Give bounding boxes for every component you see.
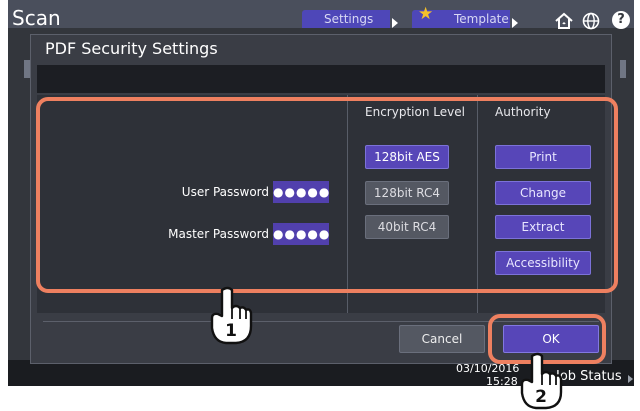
globe-icon[interactable] xyxy=(582,12,600,30)
settings-button[interactable]: Settings xyxy=(302,10,390,28)
master-password-field[interactable]: ●●●●● xyxy=(273,223,329,245)
authority-accessibility-button[interactable]: Accessibility xyxy=(495,251,591,275)
authority-change-button[interactable]: Change xyxy=(495,181,591,205)
callout-number-2: 2 xyxy=(535,387,547,407)
callout-number-1: 1 xyxy=(225,321,237,341)
star-icon: ★ xyxy=(418,4,434,24)
settings-arrow-icon xyxy=(392,18,398,28)
encryption-40bit-rc4-button[interactable]: 40bit RC4 xyxy=(365,215,449,239)
encryption-level-header: Encryption Level xyxy=(365,105,465,119)
encryption-128bit-aes-button[interactable]: 128bit AES xyxy=(365,145,449,169)
user-password-label: User Password xyxy=(181,185,269,199)
ok-button[interactable]: OK xyxy=(503,325,599,353)
job-status-button[interactable]: Job Status xyxy=(556,370,622,383)
help-icon[interactable]: ? xyxy=(612,11,630,29)
column-divider xyxy=(347,95,348,313)
status-time: 15:28 xyxy=(486,375,518,388)
app-title: Scan xyxy=(12,6,61,30)
dialog-title: PDF Security Settings xyxy=(45,39,218,58)
home-icon[interactable] xyxy=(554,12,574,30)
master-password-label: Master Password xyxy=(168,227,269,241)
template-arrow-icon xyxy=(512,18,518,28)
pointing-hand-icon: 2 xyxy=(520,352,563,410)
authority-header: Authority xyxy=(495,105,551,119)
footer-divider xyxy=(43,321,599,322)
pointing-hand-icon: 1 xyxy=(210,286,253,345)
encryption-128bit-rc4-button[interactable]: 128bit RC4 xyxy=(365,181,449,205)
column-divider xyxy=(477,95,478,313)
right-edge-strip xyxy=(620,60,626,78)
authority-extract-button[interactable]: Extract xyxy=(495,215,591,239)
status-date: 03/10/2016 xyxy=(456,362,520,375)
cancel-button[interactable]: Cancel xyxy=(399,325,485,353)
status-arrow-icon xyxy=(628,375,633,383)
user-password-field[interactable]: ●●●●● xyxy=(273,181,329,203)
authority-print-button[interactable]: Print xyxy=(495,145,591,169)
pdf-security-dialog: PDF Security Settings Encryption Level A… xyxy=(30,34,612,364)
dialog-header-strip xyxy=(37,65,605,93)
